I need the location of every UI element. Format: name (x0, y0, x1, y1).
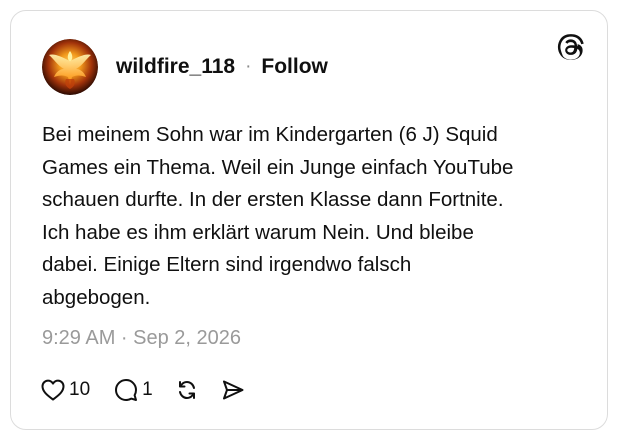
like-count: 10 (69, 379, 91, 400)
heart-icon (41, 379, 65, 401)
avatar[interactable] (42, 39, 98, 95)
reply-button[interactable]: 1 (114, 378, 153, 402)
post-text: Bei meinem Sohn war im Kindergarten (6 J… (42, 123, 514, 309)
repost-button[interactable] (175, 378, 199, 402)
threads-post-card: wildfire_118 · Follow Bei meinem Sohn wa… (10, 10, 608, 430)
post-timestamp[interactable]: 9:29 AM · Sep 2, 2026 (42, 327, 241, 350)
repost-arrows-icon (175, 378, 199, 402)
send-icon (221, 378, 245, 402)
follow-button[interactable]: Follow (261, 55, 328, 79)
separator-dot: · (245, 56, 252, 77)
reply-count: 1 (142, 379, 153, 400)
threads-logo-icon[interactable] (557, 33, 585, 61)
share-button[interactable] (221, 378, 245, 402)
post-header: wildfire_118 · Follow (42, 38, 328, 96)
comment-bubble-icon (114, 378, 138, 402)
post-actions: 10 1 (41, 375, 245, 405)
phoenix-avatar-image (42, 39, 98, 95)
username[interactable]: wildfire_118 (116, 55, 235, 79)
like-button[interactable]: 10 (41, 379, 90, 401)
